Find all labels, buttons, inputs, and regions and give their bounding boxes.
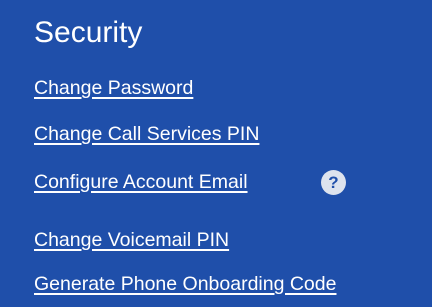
change-password-link[interactable]: Change Password	[34, 76, 193, 100]
generate-phone-onboarding-code-link[interactable]: Generate Phone Onboarding Code	[34, 272, 336, 296]
section-title: Security	[34, 16, 143, 49]
configure-account-email-link[interactable]: Configure Account Email	[34, 170, 248, 194]
change-call-services-pin-link[interactable]: Change Call Services PIN	[34, 122, 259, 146]
change-voicemail-pin-link[interactable]: Change Voicemail PIN	[34, 228, 229, 252]
question-circle-icon[interactable]: ?	[321, 170, 346, 195]
security-panel: Security Change Password Change Call Ser…	[0, 0, 438, 307]
